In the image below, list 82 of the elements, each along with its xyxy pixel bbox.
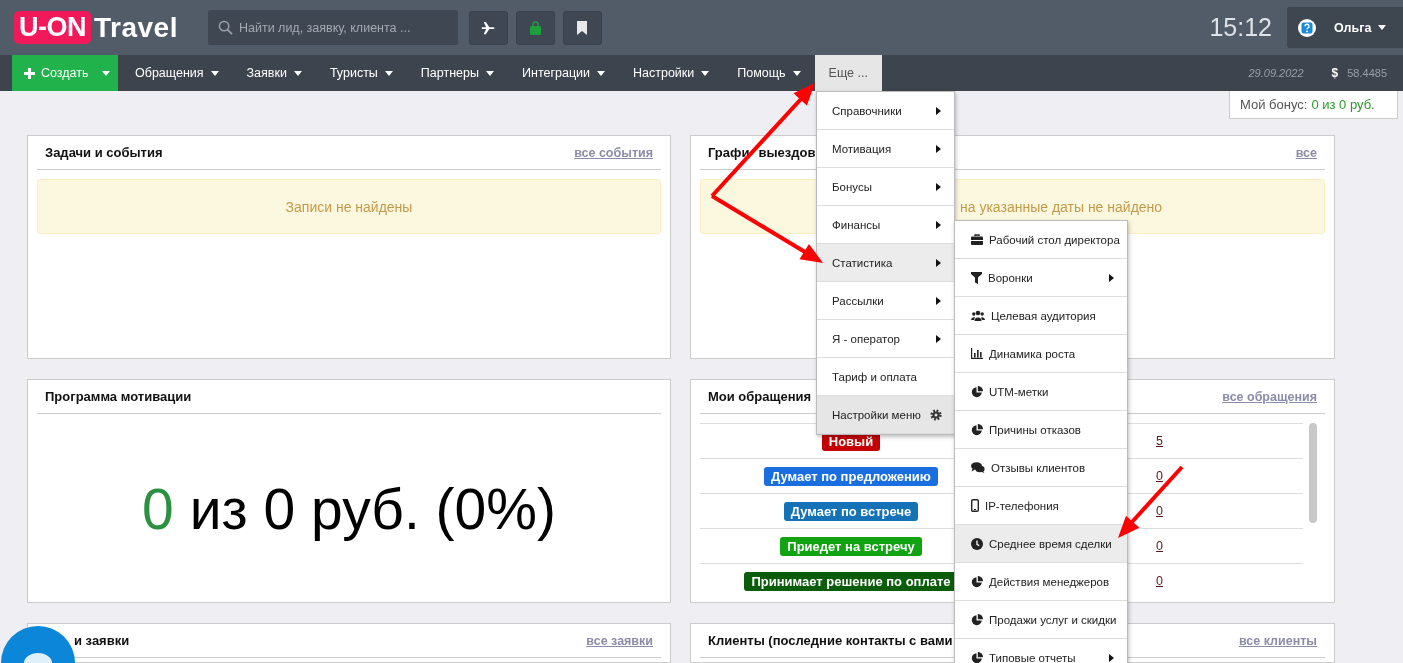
help-icon	[1298, 18, 1316, 37]
submenu-item[interactable]: Причины отказов	[955, 411, 1127, 449]
status-badge: Приедет на встречу	[780, 536, 922, 556]
submenu-item[interactable]: Типовые отчеты	[955, 639, 1127, 663]
submenu-arrow-icon	[936, 144, 941, 153]
gear-icon	[929, 408, 942, 421]
bonus-value: 0 из 0 руб.	[1311, 97, 1375, 112]
card-title: выездов	[758, 145, 816, 160]
card-title: Программа мотивации	[45, 389, 192, 404]
nav-menu-item[interactable]: Интеграции	[508, 55, 619, 91]
bonus-label: Мой бонус:	[1240, 97, 1308, 112]
count-link[interactable]: 5	[1156, 434, 1163, 448]
speech-bubbles-icon	[971, 462, 985, 473]
plane-icon	[481, 20, 496, 35]
currency-symbol: $	[1331, 66, 1339, 80]
pie-chart-icon	[971, 385, 983, 398]
logo-text: Travel	[94, 11, 178, 44]
nav-menu-item[interactable]: Еще ...	[814, 55, 882, 91]
card-title: Клиенты (последние контакты с вами	[708, 633, 953, 648]
user-menu-button[interactable]: Ольга	[1334, 20, 1387, 35]
pie-chart-icon	[971, 613, 983, 626]
pie-chart-icon	[971, 423, 983, 436]
help-button[interactable]	[1298, 18, 1316, 37]
status-badge: Думает по встрече	[783, 501, 919, 521]
bookmark-button[interactable]	[562, 10, 602, 45]
count-link[interactable]: 0	[1156, 539, 1163, 553]
pie-chart-icon	[971, 575, 983, 588]
empty-notice: Записи не найдены	[37, 179, 661, 234]
caret-icon	[101, 70, 110, 76]
motivation-total: из 0 руб. (0%)	[189, 476, 556, 542]
submenu-arrow-icon	[936, 258, 941, 267]
menu-item[interactable]: Справочники	[817, 92, 954, 130]
phone-icon	[971, 499, 979, 512]
submenu-arrow-icon	[936, 106, 941, 115]
plus-icon	[24, 67, 35, 79]
submenu-item[interactable]: Воронки	[955, 259, 1127, 297]
current-date: 29.09.2022	[1248, 67, 1304, 79]
submenu-arrow-icon	[936, 220, 941, 229]
achieved-amount: 0	[142, 476, 174, 542]
bookmark-icon	[577, 20, 588, 35]
search-field[interactable]: Найти лид, заявку, клиента ...	[207, 10, 458, 45]
nav-menu-item[interactable]: Заявки	[232, 55, 316, 91]
count-link[interactable]: 0	[1156, 574, 1163, 588]
clock-time: 15:12	[1209, 13, 1272, 42]
logo-badge: U-ON	[14, 11, 91, 44]
card-title: Задачи и события	[45, 145, 163, 160]
filter-icon	[971, 271, 982, 284]
count-link[interactable]: 0	[1156, 469, 1163, 483]
submenu-arrow-icon	[936, 182, 941, 191]
exchange-rate: 58.4485	[1347, 67, 1387, 79]
pie-chart-icon	[971, 651, 983, 663]
card-title: Графи	[708, 145, 750, 160]
clock-icon	[971, 537, 983, 550]
nav-menu-item[interactable]: Обращения	[121, 55, 233, 91]
search-icon	[217, 20, 233, 35]
caret-icon	[1378, 25, 1387, 30]
submenu-arrow-icon	[936, 334, 941, 343]
submenu-item[interactable]: Отзывы клиентов	[955, 449, 1127, 487]
submenu-item[interactable]: Продажи услуг и скидки	[955, 601, 1127, 639]
bar-chart-icon	[971, 348, 983, 359]
count-link[interactable]: 0	[1156, 504, 1163, 518]
menu-item[interactable]: Бонусы	[817, 168, 954, 206]
chat-button[interactable]	[1, 626, 75, 663]
plane-button[interactable]	[468, 10, 508, 45]
submenu-item[interactable]: Действия менеджеров	[955, 563, 1127, 601]
submenu-item[interactable]: UTM-метки	[955, 373, 1127, 411]
submenu-item[interactable]: Целевая аудитория	[955, 297, 1127, 335]
card-title: и заявки	[74, 633, 130, 648]
nav-menu-item[interactable]: Настройки	[619, 55, 724, 91]
nav-menu-item[interactable]: Партнеры	[406, 55, 508, 91]
card-title: Мои обращения	[708, 389, 812, 404]
submenu-item[interactable]: Рабочий стол директора	[955, 221, 1127, 259]
status-badge: Думает по предложению	[764, 466, 938, 486]
briefcase-icon	[971, 234, 983, 245]
menu-item[interactable]: Настройки меню	[817, 396, 954, 434]
menu-item[interactable]: Мотивация	[817, 130, 954, 168]
users-icon	[971, 310, 985, 321]
nav-menu-item[interactable]: Туристы	[315, 55, 407, 91]
submenu-item[interactable]: Среднее время сделки	[955, 525, 1127, 563]
submenu-arrow-icon	[936, 296, 941, 305]
menu-item[interactable]: Статистика	[817, 244, 954, 282]
submenu-item[interactable]: Динамика роста	[955, 335, 1127, 373]
